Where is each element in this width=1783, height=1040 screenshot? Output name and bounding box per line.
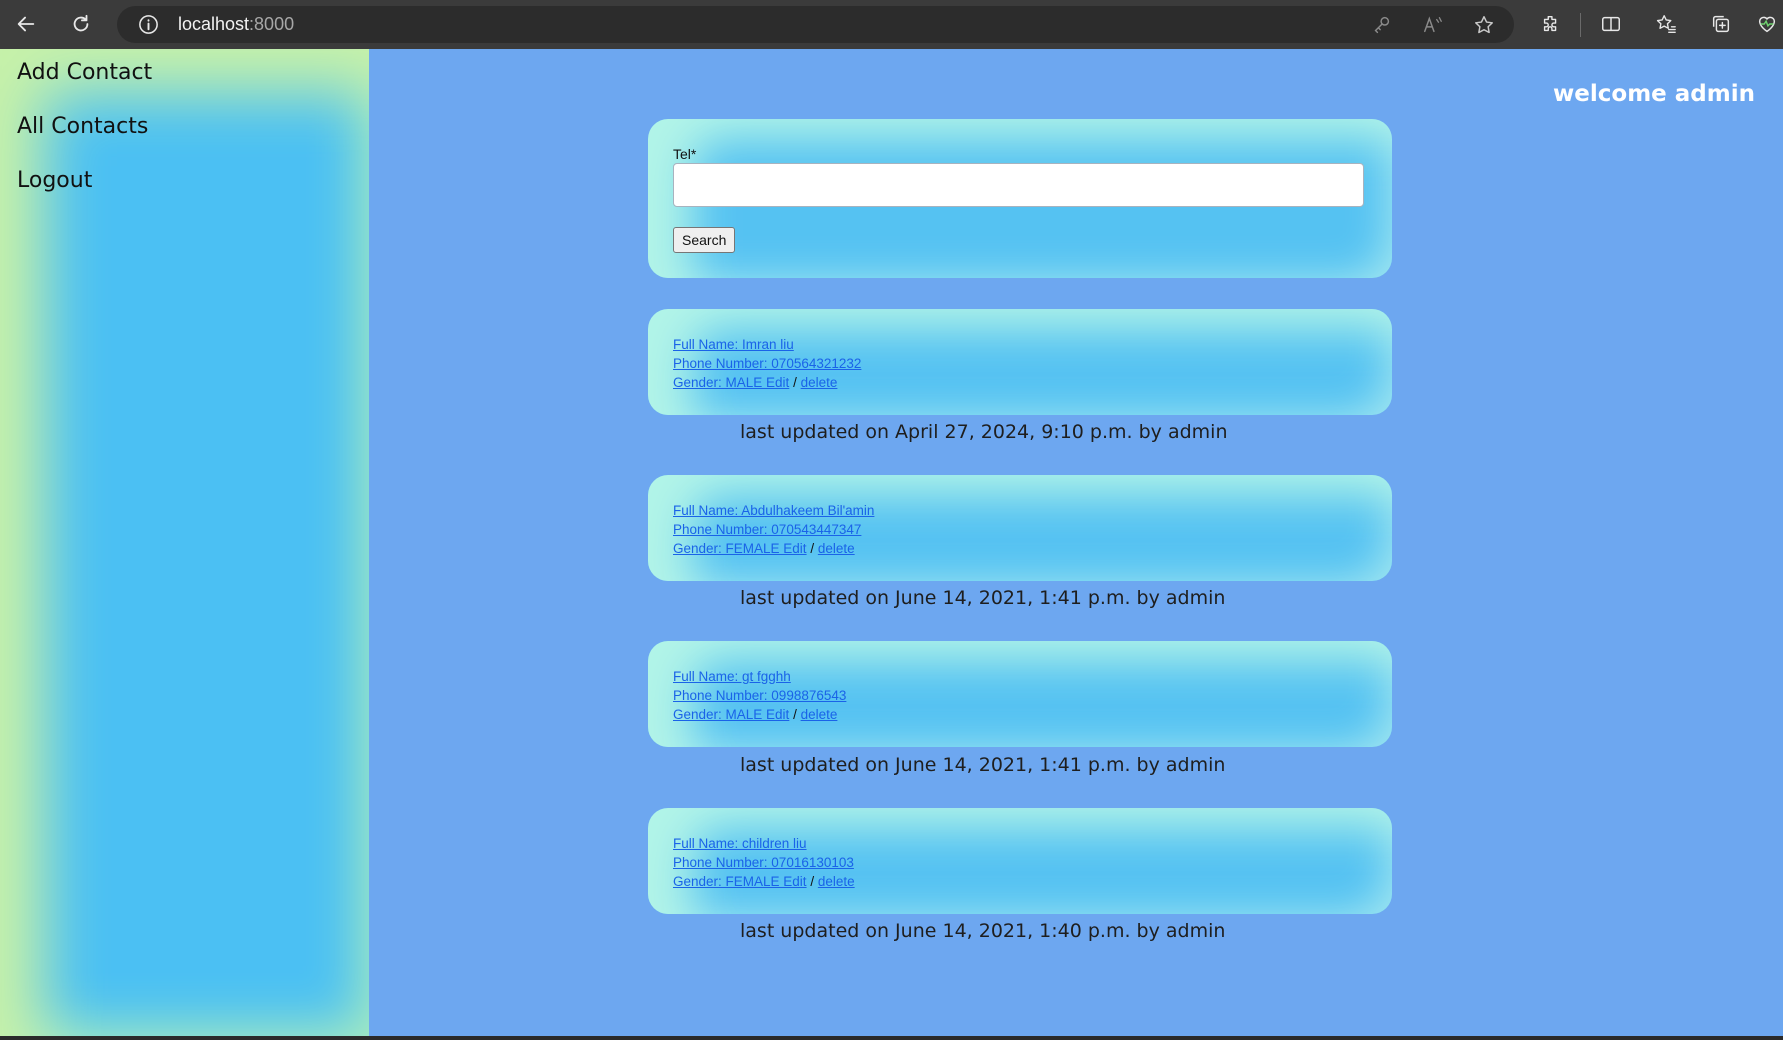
contact-gender-edit-link[interactable]: Gender: MALE Edit xyxy=(673,375,789,390)
collections-icon[interactable] xyxy=(1703,6,1739,42)
contact-delete-link[interactable]: delete xyxy=(801,707,838,722)
contact-card: Full Name: Abdulhakeem Bil'amin Phone Nu… xyxy=(648,475,1392,581)
tel-search-input[interactable] xyxy=(673,163,1364,207)
sidebar-item-add-contact[interactable]: Add Contact xyxy=(17,60,152,85)
contact-full-name-link[interactable]: Full Name: gt fgghh xyxy=(673,669,791,684)
contact-delete-link[interactable]: delete xyxy=(818,874,855,889)
link-separator: / xyxy=(793,707,797,722)
contact-details: Full Name: Abdulhakeem Bil'amin Phone Nu… xyxy=(673,501,874,558)
password-key-icon[interactable] xyxy=(1371,14,1393,36)
contact-phone-link[interactable]: Phone Number: 070564321232 xyxy=(673,356,861,371)
contact-details: Full Name: Imran liu Phone Number: 07056… xyxy=(673,335,861,392)
link-separator: / xyxy=(793,375,797,390)
browser-toolbar: localhost:8000 xyxy=(0,0,1783,50)
search-card: Tel* Search xyxy=(648,119,1392,278)
url-host: localhost xyxy=(178,14,250,34)
contact-delete-link[interactable]: delete xyxy=(818,541,855,556)
favorite-star-icon[interactable] xyxy=(1473,14,1495,36)
contact-full-name-link[interactable]: Full Name: children liu xyxy=(673,836,807,851)
contact-last-updated: last updated on June 14, 2021, 1:41 p.m.… xyxy=(740,587,1226,609)
link-separator: / xyxy=(810,541,815,556)
read-aloud-icon[interactable] xyxy=(1422,14,1444,36)
url-text: localhost:8000 xyxy=(178,14,294,35)
favorites-icon[interactable] xyxy=(1648,6,1684,42)
welcome-message: welcome admin xyxy=(1553,81,1755,107)
contact-gender-edit-link[interactable]: Gender: FEMALE Edit xyxy=(673,874,807,889)
window-bottom-edge xyxy=(0,1036,1783,1040)
toolbar-separator xyxy=(1580,13,1581,37)
search-button[interactable]: Search xyxy=(673,227,736,253)
link-separator: / xyxy=(810,874,815,889)
extensions-icon[interactable] xyxy=(1533,6,1569,42)
contact-card: Full Name: Imran liu Phone Number: 07056… xyxy=(648,309,1392,415)
reload-icon[interactable] xyxy=(63,6,99,42)
address-bar[interactable]: localhost:8000 xyxy=(117,6,1514,43)
contact-card: Full Name: children liu Phone Number: 07… xyxy=(648,808,1392,914)
contact-delete-link[interactable]: delete xyxy=(801,375,838,390)
contact-phone-link[interactable]: Phone Number: 07016130103 xyxy=(673,855,854,870)
contact-full-name-link[interactable]: Full Name: Abdulhakeem Bil'amin xyxy=(673,503,874,518)
performance-icon[interactable] xyxy=(1756,6,1783,42)
tel-label: Tel* xyxy=(673,146,697,162)
contact-last-updated: last updated on June 14, 2021, 1:40 p.m.… xyxy=(740,920,1226,942)
contact-full-name-link[interactable]: Full Name: Imran liu xyxy=(673,337,794,352)
split-screen-icon[interactable] xyxy=(1593,6,1629,42)
contact-details: Full Name: gt fgghh Phone Number: 099887… xyxy=(673,667,846,724)
url-port: :8000 xyxy=(249,14,295,34)
contact-gender-edit-link[interactable]: Gender: MALE Edit xyxy=(673,707,789,722)
back-icon[interactable] xyxy=(8,6,44,42)
contact-last-updated: last updated on April 27, 2024, 9:10 p.m… xyxy=(740,421,1228,443)
contact-phone-link[interactable]: Phone Number: 070543447347 xyxy=(673,522,861,537)
contact-last-updated: last updated on June 14, 2021, 1:41 p.m.… xyxy=(740,754,1226,776)
sidebar-item-logout[interactable]: Logout xyxy=(17,168,92,193)
contact-gender-edit-link[interactable]: Gender: FEMALE Edit xyxy=(673,541,807,556)
contact-details: Full Name: children liu Phone Number: 07… xyxy=(673,834,855,891)
site-info-icon[interactable] xyxy=(137,13,160,36)
page-viewport: Add Contact All Contacts Logout welcome … xyxy=(0,49,1783,1036)
contact-card: Full Name: gt fgghh Phone Number: 099887… xyxy=(648,641,1392,747)
sidebar-item-all-contacts[interactable]: All Contacts xyxy=(17,114,148,139)
contact-phone-link[interactable]: Phone Number: 0998876543 xyxy=(673,688,846,703)
sidebar: Add Contact All Contacts Logout xyxy=(0,49,369,1036)
